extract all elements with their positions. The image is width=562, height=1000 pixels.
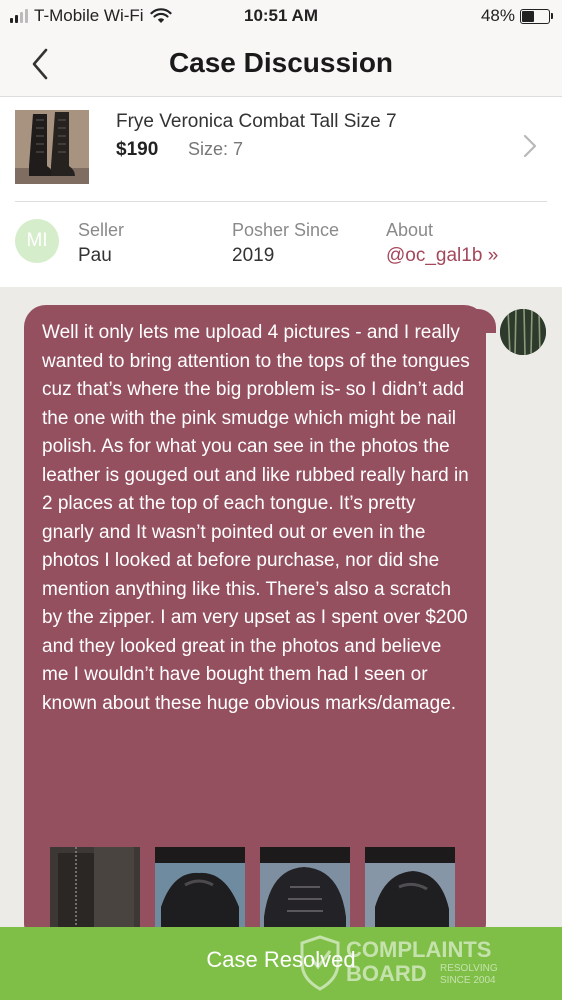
case-resolved-button[interactable]: Case Resolved COMPLAINTS BOARD RESOLVING… [0,927,562,1000]
watermark-line1: COMPLAINTS [346,937,491,962]
posher-since-value: 2019 [232,245,275,266]
posher-since-info: Posher Since 2019 [232,220,339,267]
watermark-line2: BOARD [346,961,427,986]
header: Case Discussion [0,34,562,97]
product-title: Frye Veronica Combat Tall Size 7 [116,111,397,132]
complaintsboard-watermark: COMPLAINTS BOARD RESOLVING SINCE 2004 [300,935,498,991]
case-summary-card: Frye Veronica Combat Tall Size 7 $190 Si… [0,97,562,287]
battery-percent: 48% [480,6,515,25]
about-profile-link[interactable]: @oc_gal1b » [386,245,498,267]
product-thumbnail [15,110,89,184]
bubble-tail [470,309,496,333]
size-value: 7 [233,139,244,159]
size-label: Size: [188,139,229,159]
watermark-line3: RESOLVING [440,963,498,974]
message-text: Well it only lets me upload 4 pictures -… [42,322,470,714]
message-bubble: Well it only lets me upload 4 pictures -… [24,305,486,927]
about-label: About [386,220,434,240]
divider [15,201,547,202]
posher-since-label: Posher Since [232,220,340,240]
about-info: About @oc_gal1b » [386,220,498,267]
chevron-right-icon [523,134,537,158]
seller-name: Pau [78,245,112,266]
boots-image [15,110,89,184]
attachment-photo-3[interactable] [260,847,350,927]
product-price: $190 [116,139,159,160]
product-size: Size: 7 [188,139,243,160]
page-title: Case Discussion [168,47,394,78]
seller-avatar[interactable]: MI [15,219,59,263]
status-bar: T-Mobile Wi-Fi 10:51 AM 48% [0,0,562,34]
attachment-photo-4[interactable] [365,847,455,927]
attachments [50,847,455,927]
chat-thread[interactable]: Well it only lets me upload 4 pictures -… [0,287,562,927]
seller-label: Seller [78,220,125,240]
seller-info: Seller Pau [78,220,124,267]
watermark-line4: SINCE 2004 [440,975,496,986]
status-right: 48% [480,6,553,26]
attachment-photo-2[interactable] [155,847,245,927]
product-row[interactable]: Frye Veronica Combat Tall Size 7 $190 Si… [0,97,562,201]
battery-fill [522,10,534,22]
attachment-photo-1[interactable] [50,847,140,927]
battery-icon [520,8,553,24]
status-time: 10:51 AM [243,6,318,25]
sender-avatar[interactable] [500,309,546,355]
